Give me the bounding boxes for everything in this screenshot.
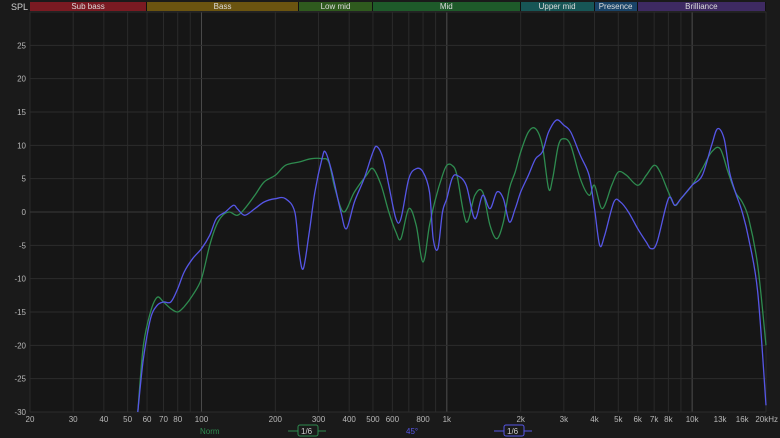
x-tick-label: 1k (443, 415, 452, 424)
legend: Norm 1/6 45° 1/6 (200, 424, 532, 437)
x-tick-label: 4k (590, 415, 599, 424)
x-tick-label: 2k (516, 415, 525, 424)
x-tick-label: 600 (386, 415, 400, 424)
y-tick-label: -25 (14, 375, 26, 384)
x-tick-label: 7k (650, 415, 659, 424)
x-tick-label: 8k (664, 415, 673, 424)
x-tick-label: 100 (195, 415, 209, 424)
x-tick-label: 50 (123, 415, 132, 424)
x-tick-label: 6k (633, 415, 642, 424)
x-tick-label: 60 (143, 415, 152, 424)
y-tick-label: 10 (17, 141, 26, 150)
x-tick-label: 30 (69, 415, 78, 424)
frequency-response-chart: -30-25-20-15-10-50510152025 20 30 40 50 60 70… (14, 11, 778, 437)
x-tick-label: 400 (343, 415, 357, 424)
x-tick-label: 10k (686, 415, 700, 424)
x-tick-label: 800 (416, 415, 430, 424)
x-tick-label: 500 (366, 415, 380, 424)
x-tick-label: 3k (560, 415, 569, 424)
x-tick-label: 40 (99, 415, 108, 424)
legend-45-label: 45° (406, 427, 418, 436)
x-tick-label: 300 (312, 415, 326, 424)
x-tick-label: 200 (269, 415, 283, 424)
x-tick-label: 5k (614, 415, 623, 424)
y-tick-label: 20 (17, 75, 26, 84)
legend-45-smoothing[interactable]: 1/6 (507, 427, 519, 436)
legend-norm-smoothing[interactable]: 1/6 (301, 427, 313, 436)
x-tick-labels: 20 30 40 50 60 70 80 100 200 300 400 500 600 800 1k 2k 3… (26, 415, 778, 424)
y-tick-label: 25 (17, 41, 26, 50)
x-tick-label: 80 (173, 415, 182, 424)
y-tick-label: -15 (14, 308, 26, 317)
y-tick-label: 0 (22, 208, 27, 217)
y-tick-label: -10 (14, 275, 26, 284)
y-tick-label: -20 (14, 341, 26, 350)
x-tick-label: 20kHz (755, 415, 778, 424)
y-tick-label: -5 (19, 241, 27, 250)
x-tick-label: 20 (26, 415, 35, 424)
y-tick-label: 15 (17, 108, 26, 117)
x-tick-label: 13k (714, 415, 728, 424)
legend-norm-label: Norm (200, 427, 220, 436)
y-tick-labels: -30-25-20-15-10-50510152025 (14, 41, 26, 417)
y-tick-label: 5 (22, 175, 27, 184)
x-tick-label: 70 (159, 415, 168, 424)
spl-axis-label: SPL (11, 2, 29, 12)
x-tick-label: 16k (736, 415, 750, 424)
grid (29, 11, 767, 413)
